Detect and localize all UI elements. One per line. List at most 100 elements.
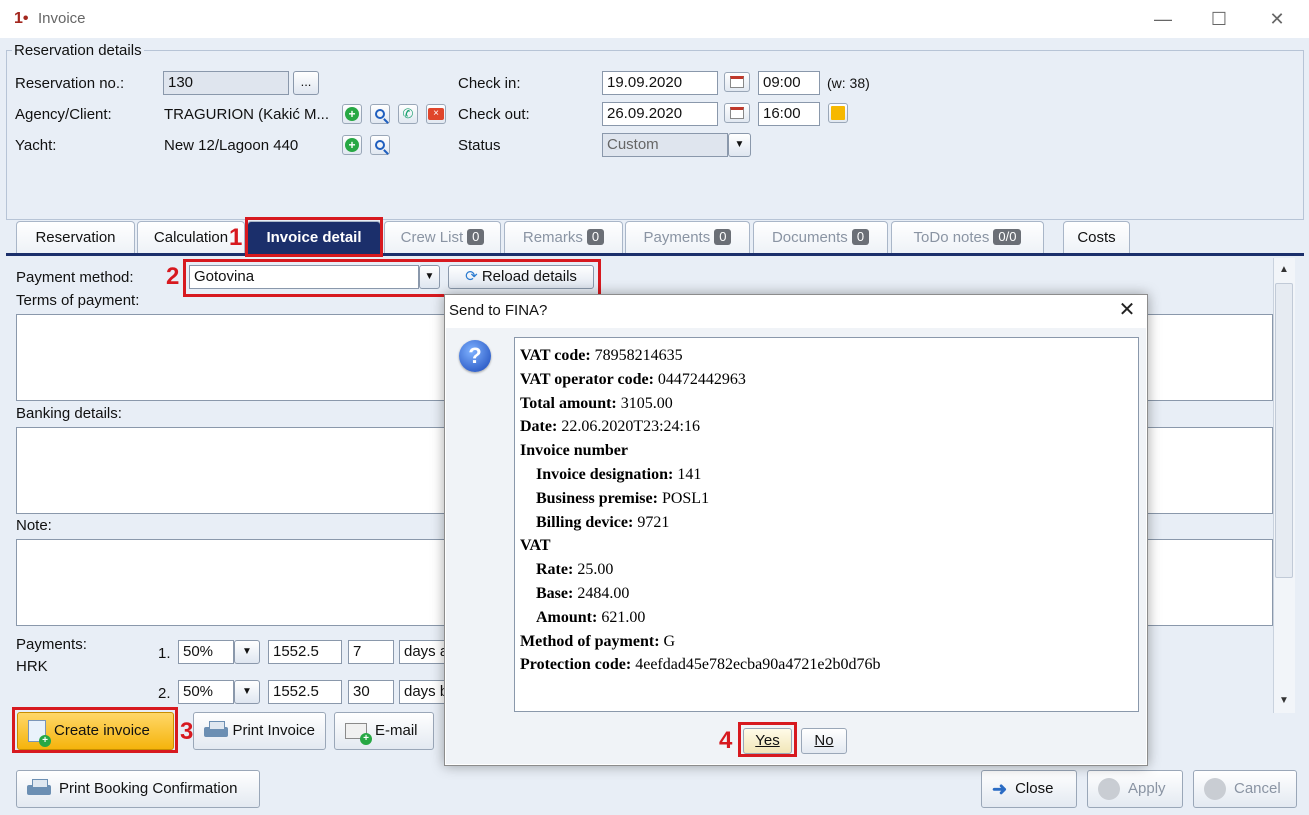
print-invoice-label: Print Invoice (232, 722, 315, 739)
annotation-number-1: 1 (229, 224, 243, 251)
search-icon (375, 140, 385, 150)
vat-code-line: VAT code: 78958214635 (520, 347, 683, 364)
add-icon: + (360, 733, 372, 745)
tab-label: Payments (643, 229, 711, 246)
scroll-up-arrow[interactable]: ▲ (1275, 261, 1293, 279)
print-invoice-button[interactable]: Print Invoice (193, 712, 326, 750)
reservation-no-field[interactable]: 130 (163, 71, 289, 95)
checkin-calendar-button[interactable] (724, 72, 750, 92)
search-agency-button[interactable] (370, 104, 390, 124)
banking-details-label: Banking details: (16, 405, 122, 422)
print-booking-confirmation-button[interactable]: Print Booking Confirmation (16, 770, 260, 808)
apply-button[interactable]: Apply (1087, 770, 1183, 808)
phone-icon: ✆ (402, 106, 414, 121)
checkout-time-field[interactable]: 16:00 (758, 102, 820, 126)
tab-crew-list[interactable]: Crew List 0 (384, 221, 501, 253)
tab-costs[interactable]: Costs (1063, 221, 1130, 253)
scroll-down-arrow[interactable]: ▼ (1275, 692, 1293, 710)
cancel-button[interactable]: Cancel (1193, 770, 1297, 808)
count-badge: 0/0 (993, 229, 1022, 245)
yacht-value: New 12/Lagoon 440 (164, 137, 299, 154)
calendar-icon (730, 107, 744, 119)
vat-heading: VAT (520, 537, 551, 555)
add-icon: + (345, 138, 359, 152)
email-button[interactable]: + E-mail (334, 712, 434, 750)
checkout-calendar-button[interactable] (724, 103, 750, 123)
annotation-number-2: 2 (166, 263, 180, 290)
add-icon: + (345, 107, 359, 121)
payment-row-number: 1. (158, 645, 171, 662)
delete-icon: × (428, 108, 444, 120)
payment-days-unit-select[interactable]: days b (399, 680, 445, 704)
remove-agency-button[interactable]: × (426, 104, 446, 124)
tab-documents[interactable]: Documents 0 (753, 221, 888, 253)
printer-icon (204, 721, 229, 741)
status-select[interactable]: Custom (602, 133, 728, 157)
payment-amount-field[interactable]: 1552.5 (268, 640, 342, 664)
annotation-box-1 (245, 217, 383, 257)
base-line: Base: 2484.00 (536, 584, 630, 602)
tab-reservation[interactable]: Reservation (16, 221, 135, 253)
status-dropdown-arrow[interactable]: ▼ (728, 133, 751, 157)
business-premise-line: Business premise: POSL1 (536, 489, 710, 507)
window-title: Invoice (38, 10, 86, 27)
percent-dropdown-arrow[interactable]: ▼ (234, 640, 260, 664)
payments-label: Payments: (16, 636, 87, 653)
minimize-button[interactable]: — (1140, 6, 1186, 34)
add-agency-button[interactable]: + (342, 104, 362, 124)
protection-code-line: Protection code: 4eefdad45e782ecba90a472… (520, 656, 881, 674)
window-close-button[interactable]: ✕ (1254, 6, 1300, 34)
scroll-thumb[interactable] (1275, 283, 1293, 578)
payment-amount-field[interactable]: 1552.5 (268, 680, 342, 704)
no-button[interactable]: No (801, 728, 847, 754)
terms-of-payment-label: Terms of payment: (16, 292, 140, 309)
checkmark-icon (1098, 778, 1120, 800)
checkin-time-field[interactable]: 09:00 (758, 71, 820, 95)
tab-todo-notes[interactable]: ToDo notes 0/0 (891, 221, 1044, 253)
add-yacht-button[interactable]: + (342, 135, 362, 155)
count-badge: 0 (586, 229, 605, 245)
note-icon (831, 106, 845, 120)
payment-days-unit-select[interactable]: days a (399, 640, 445, 664)
count-badge: 0 (714, 229, 732, 245)
tab-payments[interactable]: Payments 0 (625, 221, 750, 253)
payment-method-label: Payment method: (16, 269, 134, 286)
search-icon (375, 109, 385, 119)
payment-days-field[interactable]: 30 (348, 680, 394, 704)
dialog-close-button[interactable]: ✕ (1115, 298, 1139, 322)
app-logo-icon: 1• (14, 10, 29, 27)
date-line: Date: 22.06.2020T23:24:16 (520, 418, 700, 436)
tab-label: Crew List (400, 229, 464, 246)
checkout-date-field[interactable]: 26.09.2020 (602, 102, 718, 126)
payment-row-number: 2. (158, 685, 171, 702)
payment-percent-select[interactable]: 50% (178, 680, 234, 704)
fina-details-text: VAT code: 78958214635 VAT operator code:… (514, 337, 1139, 712)
dialog-title: Send to FINA? (449, 302, 548, 319)
annotation-box-3 (12, 707, 178, 753)
search-yacht-button[interactable] (370, 135, 390, 155)
currency-label: HRK (16, 658, 48, 675)
close-button[interactable]: ➜ Close (981, 770, 1077, 808)
calendar-icon (730, 76, 744, 88)
amount-line: Amount: 621.00 (536, 608, 646, 626)
printer-icon (27, 779, 51, 799)
invoice-number-heading: Invoice number (520, 442, 628, 460)
tab-remarks[interactable]: Remarks 0 (504, 221, 623, 253)
note-label: Note: (16, 517, 52, 534)
sticky-note-button[interactable] (828, 103, 848, 123)
method-of-payment-line: Method of payment: G (520, 632, 676, 650)
yacht-label: Yacht: (15, 137, 57, 154)
call-agency-button[interactable]: ✆ (398, 104, 418, 124)
reservation-browse-button[interactable]: ... (293, 71, 319, 95)
agency-value: TRAGURION (Kakić M... (164, 106, 330, 123)
checkin-label: Check in: (458, 75, 521, 92)
checkin-date-field[interactable]: 19.09.2020 (602, 71, 718, 95)
maximize-button[interactable]: ☐ (1196, 6, 1242, 34)
percent-dropdown-arrow[interactable]: ▼ (234, 680, 260, 704)
annotation-box-4 (738, 722, 797, 757)
tab-label: ToDo notes (913, 229, 990, 246)
tab-label: Remarks (522, 229, 583, 246)
email-label: E-mail (375, 722, 418, 739)
payment-days-field[interactable]: 7 (348, 640, 394, 664)
payment-percent-select[interactable]: 50% (178, 640, 234, 664)
